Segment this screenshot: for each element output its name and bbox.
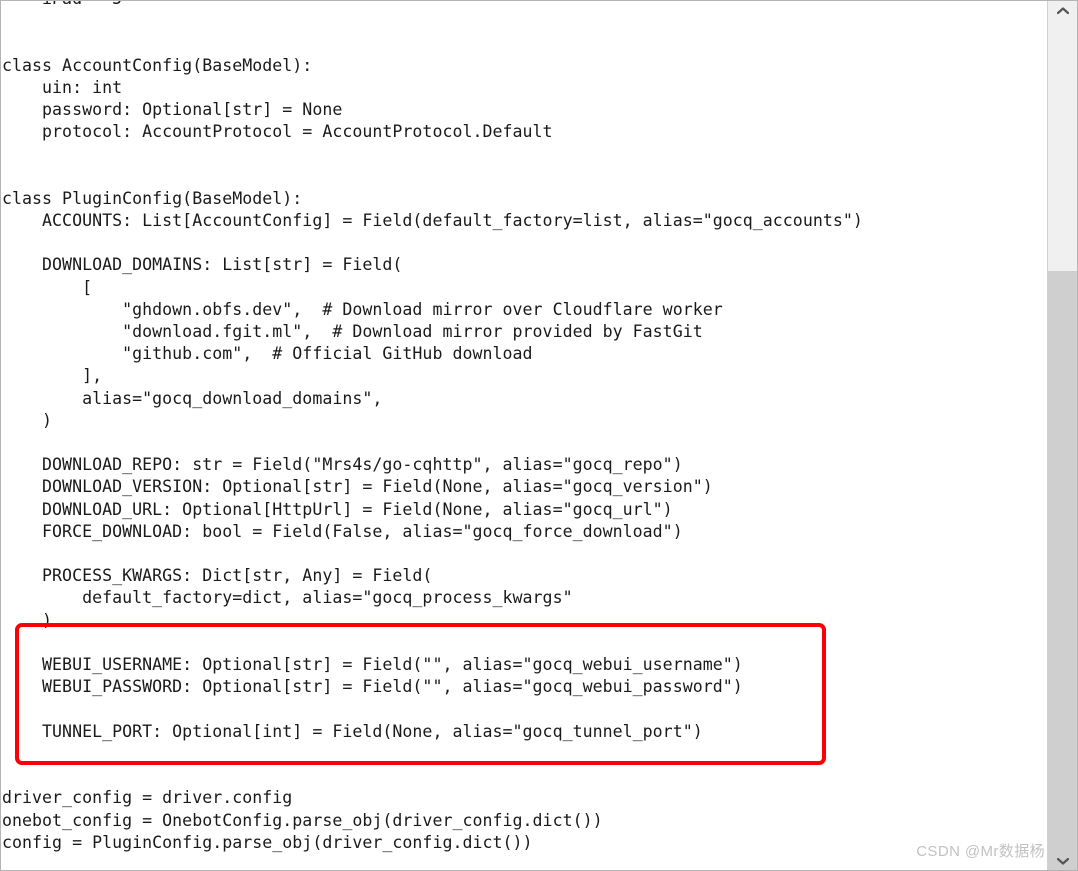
code-screenshot: iPad = 5 class AccountConfig(BaseModel):… — [0, 0, 1078, 871]
scrollbar-down-button[interactable] — [1048, 851, 1077, 870]
scrollbar-up-button[interactable] — [1048, 1, 1077, 20]
chevron-down-icon — [1057, 857, 1069, 865]
vertical-scrollbar[interactable] — [1047, 1, 1077, 870]
chevron-up-icon — [1057, 6, 1069, 15]
scrollbar-thumb[interactable] — [1048, 1, 1077, 271]
code-block[interactable]: iPad = 5 class AccountConfig(BaseModel):… — [2, 1, 863, 854]
code-viewport[interactable]: iPad = 5 class AccountConfig(BaseModel):… — [1, 1, 1048, 870]
csdn-watermark: CSDN @Mr数据杨 — [916, 843, 1045, 860]
